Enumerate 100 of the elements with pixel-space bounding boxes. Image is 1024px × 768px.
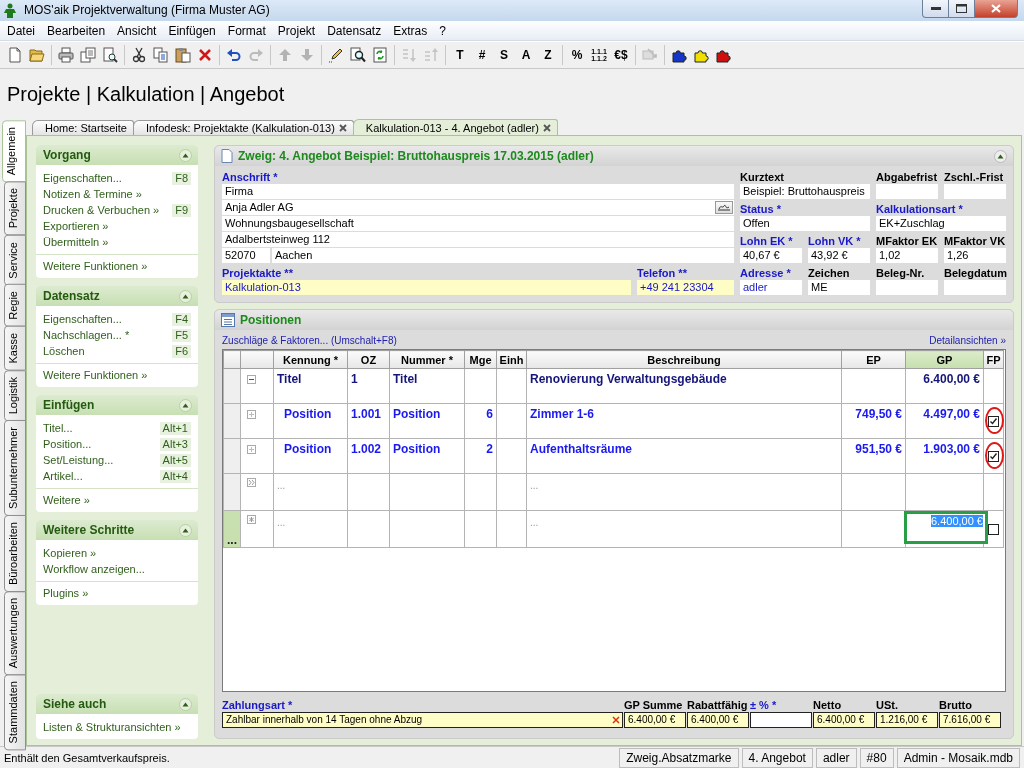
input-field[interactable]: Offen [740, 216, 870, 231]
copy-icon[interactable] [153, 47, 169, 63]
toolbar-button[interactable]: T [450, 44, 470, 66]
task-link[interactable]: Übermitteln » [43, 234, 191, 250]
column-header[interactable]: OZ [347, 350, 390, 369]
menu-item[interactable]: Datensatz [321, 23, 388, 38]
address-field[interactable]: Firma [222, 184, 734, 199]
toolbar-button[interactable]: % [567, 44, 587, 66]
input-field[interactable] [876, 280, 938, 295]
document-tab[interactable]: Home: Startseite [32, 120, 134, 135]
side-tab[interactable]: Subunternehmer [4, 420, 26, 516]
input-field[interactable]: adler [740, 280, 802, 295]
menu-item[interactable]: ? [433, 23, 452, 38]
input-field[interactable]: 1,26 [944, 248, 1006, 263]
task-link[interactable]: Position... Alt+3 [43, 436, 191, 452]
task-link[interactable]: Workflow anzeigen... [43, 561, 191, 577]
pencil-icon[interactable] [328, 47, 344, 63]
input-field[interactable] [944, 184, 1006, 199]
document-stack-icon[interactable] [80, 47, 96, 63]
phone-field[interactable]: +49 241 23304 [637, 280, 734, 295]
row-header[interactable]: ... [223, 510, 241, 548]
task-link[interactable]: Weitere Funktionen » [43, 260, 148, 272]
total-field[interactable]: 6.400,00 € [813, 712, 875, 728]
panel-header[interactable]: Weitere Schritte [36, 520, 198, 540]
side-tab[interactable]: Stammdaten [4, 674, 26, 751]
minimize-button[interactable] [922, 0, 949, 18]
search-icon[interactable] [350, 47, 366, 63]
task-link[interactable]: Nachschlagen... * F5 [43, 327, 191, 343]
collapse-icon[interactable] [179, 289, 192, 303]
toolbar-button[interactable]: Z [538, 44, 558, 66]
task-link[interactable]: Listen & Strukturansichten » [43, 719, 191, 735]
address-field[interactable]: Wohnungsbaugesellschaft [222, 216, 734, 231]
input-field[interactable]: EK+Zuschlag [876, 216, 1006, 231]
task-link[interactable]: Set/Leistung... Alt+5 [43, 452, 191, 468]
task-link[interactable]: Drucken & Verbuchen » F9 [43, 202, 191, 218]
task-link[interactable]: Plugins » [43, 587, 89, 599]
task-link[interactable]: Eigenschaften... F8 [43, 170, 191, 186]
payment-field[interactable]: Zahlbar innerhalb von 14 Tagen ohne Abzug [222, 712, 623, 728]
menu-item[interactable]: Einfügen [162, 23, 222, 38]
side-tab[interactable]: Kasse [4, 326, 26, 371]
refresh-icon[interactable] [372, 47, 388, 63]
total-field[interactable] [750, 712, 812, 728]
side-tab[interactable]: Büroarbeiten [4, 514, 26, 592]
input-field[interactable] [944, 280, 1006, 295]
task-link[interactable]: Kopieren » [43, 545, 191, 561]
task-link[interactable]: Titel... Alt+1 [43, 420, 191, 436]
column-header[interactable]: FP [983, 350, 1004, 369]
column-header[interactable]: Kennung * [273, 350, 348, 369]
checkbox[interactable] [988, 451, 999, 463]
close-icon[interactable] [338, 124, 347, 132]
total-field[interactable]: 7.616,00 € [939, 712, 1001, 728]
column-header[interactable]: Mge [464, 350, 497, 369]
side-tab[interactable]: Projekte [4, 181, 26, 236]
side-tab[interactable]: Regie [4, 284, 26, 328]
side-tab[interactable]: Service [4, 234, 26, 286]
project-file-field[interactable]: Kalkulation-013 [222, 280, 631, 295]
puzzle-piece-icon[interactable] [693, 47, 709, 63]
page-magnifier-icon[interactable] [102, 47, 118, 63]
zip-field[interactable]: 52070 [222, 248, 270, 263]
city-field[interactable]: Aachen [272, 248, 734, 263]
new-document-icon[interactable] [7, 47, 23, 63]
task-link[interactable]: Artikel... Alt+4 [43, 468, 191, 484]
collapse-icon[interactable] [994, 149, 1007, 163]
document-tab[interactable]: Kalkulation-013 - 4. Angebot (adler) [352, 119, 558, 135]
clipboard-icon[interactable] [175, 47, 191, 63]
total-field[interactable]: 6.400,00 € [687, 712, 749, 728]
input-field[interactable]: ME [808, 280, 870, 295]
panel-header[interactable]: Datensatz [36, 286, 198, 306]
input-field[interactable]: Beispiel: Bruttohauspreis [740, 184, 870, 199]
menu-item[interactable]: Projekt [271, 23, 322, 38]
checkbox[interactable] [988, 416, 999, 428]
open-folder-icon[interactable] [29, 47, 45, 63]
undo-icon[interactable] [226, 47, 242, 63]
collapse-icon[interactable] [247, 375, 256, 384]
collapse-icon[interactable] [179, 398, 192, 412]
puzzle-piece-icon[interactable] [671, 47, 687, 63]
side-tab[interactable]: Auswertungen [4, 590, 26, 676]
signature-button[interactable] [715, 201, 733, 214]
task-link[interactable]: Notizen & Termine » [43, 186, 191, 202]
column-header[interactable]: Nummer * [389, 350, 465, 369]
side-tab[interactable]: Allgemein [2, 120, 26, 183]
panel-header[interactable]: Siehe auch [36, 694, 198, 714]
panel-header[interactable]: Vorgang [36, 145, 198, 165]
column-header[interactable]: Einh [496, 350, 527, 369]
address-field[interactable]: Adalbertsteinweg 112 [222, 232, 734, 247]
task-link[interactable]: Eigenschaften... F4 [43, 311, 191, 327]
close-icon[interactable] [542, 123, 551, 132]
input-field[interactable]: 40,67 € [740, 248, 802, 263]
total-field[interactable]: 6.400,00 € [624, 712, 686, 728]
panel-header[interactable]: Einfügen [36, 395, 198, 415]
document-tab[interactable]: Infodesk: Projektakte (Kalkulation-013) [132, 120, 354, 135]
input-field[interactable] [876, 184, 938, 199]
menu-item[interactable]: Ansicht [111, 23, 163, 38]
collapse-icon[interactable] [179, 148, 192, 162]
toolbar-button[interactable]: # [472, 44, 492, 66]
column-header[interactable]: EP [841, 350, 906, 369]
collapse-icon[interactable] [179, 697, 192, 711]
scissors-icon[interactable] [131, 47, 147, 63]
menu-item[interactable]: Bearbeiten [41, 23, 112, 38]
side-tab[interactable]: Logistik [4, 369, 26, 421]
